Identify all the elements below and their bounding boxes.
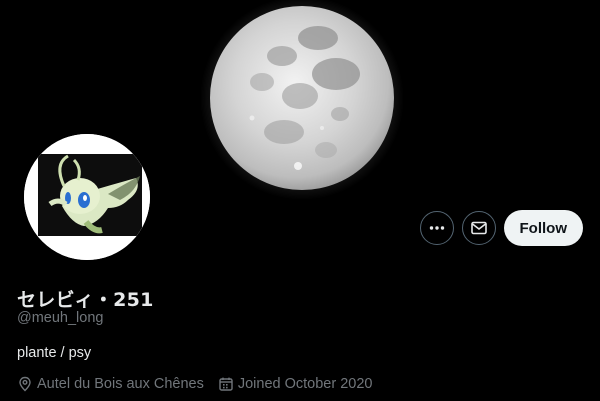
user-handle: @meuh_long [17,310,104,326]
location-item: Autel du Bois aux Chênes [17,376,204,392]
message-button[interactable] [461,211,496,245]
profile-actions: Follow [419,210,583,246]
follow-button[interactable]: Follow [503,210,583,246]
joined-item: Joined October 2020 [218,376,373,392]
location-pin-icon [19,376,31,392]
location-text: Autel du Bois aux Chênes [37,376,204,392]
calendar-icon [219,377,233,391]
more-button[interactable] [419,211,454,245]
avatar[interactable] [20,130,154,264]
envelope-icon [470,221,487,235]
display-name: セレビィ・251 [17,289,154,311]
celebi-avatar-image [24,134,150,260]
more-horizontal-icon [429,226,444,230]
profile-meta: Autel du Bois aux Chênes Joined October … [17,376,386,392]
joined-text: Joined October 2020 [237,376,373,392]
profile-bio: plante / psy [17,345,92,361]
